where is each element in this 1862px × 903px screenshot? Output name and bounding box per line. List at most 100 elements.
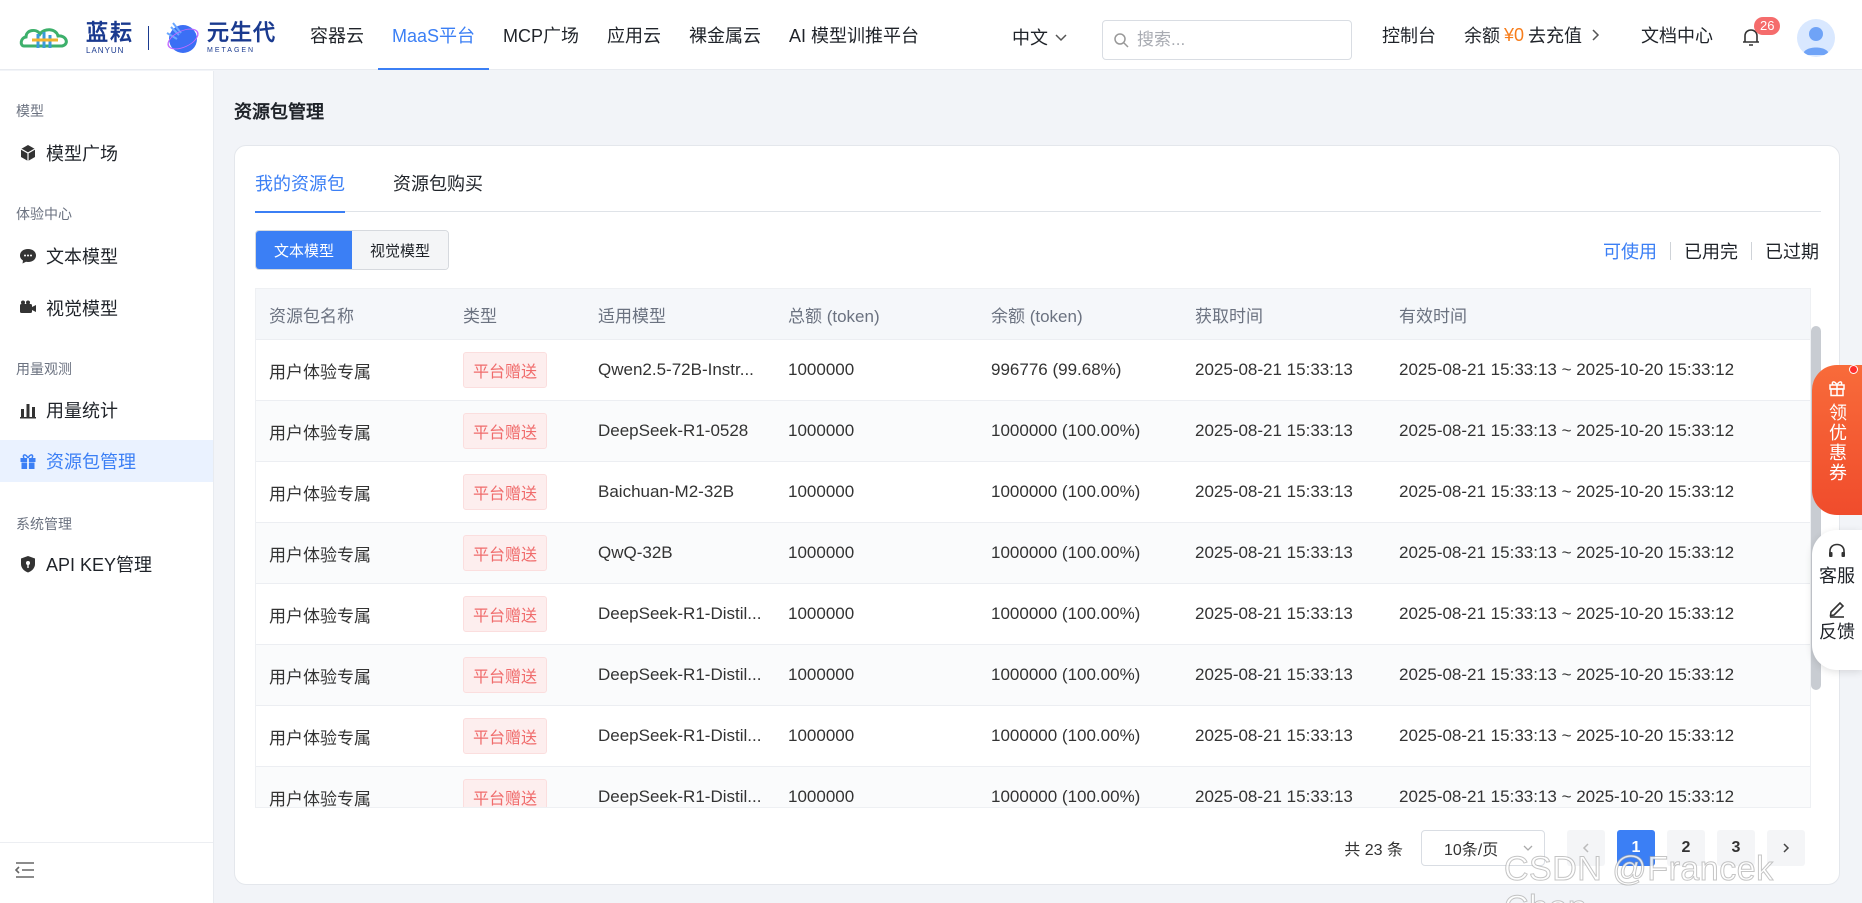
- cell-acquired: 2025-08-21 15:33:13: [1195, 665, 1353, 684]
- cell-acquired: 2025-08-21 15:33:13: [1195, 421, 1353, 440]
- balance-area[interactable]: 余额 ¥0 去充值: [1464, 0, 1602, 70]
- cell-total: 1000000: [788, 604, 855, 623]
- col-header-acquired: 获取时间: [1195, 306, 1263, 326]
- nav-item-app-cloud[interactable]: 应用云: [593, 0, 675, 70]
- col-header-remain: 余额 (token): [991, 306, 1083, 326]
- logo-lanyun-cn: 蓝耘: [86, 19, 135, 45]
- logo-divider: [148, 26, 150, 50]
- cell-name: 用户体验专属: [269, 362, 371, 382]
- cell-model: DeepSeek-R1-Distil...: [598, 665, 762, 684]
- cell-remain: 1000000 (100.00%): [991, 665, 1141, 684]
- col-header-model: 适用模型: [598, 306, 666, 326]
- customer-service-label: 客服: [1819, 566, 1855, 586]
- sidebar-item-label: 视觉模型: [46, 299, 118, 319]
- filter-divider: [1670, 242, 1671, 260]
- sidebar-item-label: 资源包管理: [46, 452, 136, 472]
- chat-bubble-icon: [18, 246, 38, 266]
- language-label: 中文: [1012, 28, 1048, 48]
- coupon-label: 领优惠券: [1827, 403, 1847, 483]
- sidebar-item-usage-stats[interactable]: 用量统计: [0, 389, 213, 431]
- feedback-label: 反馈: [1819, 622, 1855, 642]
- resource-pack-card: 我的资源包 资源包购买 文本模型 视觉模型 可使用 已用完 已过期 资源包名称 …: [234, 145, 1840, 885]
- headset-icon: [1829, 543, 1845, 557]
- model-type-segment: 文本模型 视觉模型: [255, 230, 450, 270]
- tab-buy-packs[interactable]: 资源包购买: [393, 168, 483, 212]
- col-header-name: 资源包名称: [269, 306, 354, 326]
- logo-lanyun-en: LANYUN: [86, 45, 125, 55]
- top-navbar: 蓝耘 LANYUN 元生代 METAGEN 容器云 MaaS平台 MCP广场 应…: [0, 0, 1862, 70]
- customer-service-button[interactable]: 客服: [1819, 542, 1855, 588]
- cell-remain: 1000000 (100.00%): [991, 787, 1141, 806]
- type-tag: 平台赠送: [463, 779, 548, 807]
- cell-type: 平台赠送: [463, 718, 598, 754]
- cell-name: 用户体验专属: [269, 484, 371, 504]
- cell-valid: 2025-08-21 15:33:13 ~ 2025-10-20 15:33:1…: [1399, 726, 1735, 745]
- notification-badge: 26: [1754, 17, 1781, 35]
- sidebar-item-api-key[interactable]: API KEY管理: [0, 543, 213, 585]
- collapse-sidebar-icon[interactable]: [14, 861, 36, 879]
- sidebar-item-model-square[interactable]: 模型广场: [0, 132, 213, 174]
- search-input[interactable]: [1137, 30, 1337, 50]
- table-row: 用户体验专属 平台赠送 DeepSeek-R1-0528 1000000 1000000…: [256, 400, 1810, 461]
- docs-link[interactable]: 文档中心: [1641, 0, 1713, 70]
- csdn-watermark: CSDN @Francek Chen: [1504, 850, 1774, 903]
- language-selector[interactable]: 中文: [1012, 24, 1068, 50]
- sidebar-item-vision-model[interactable]: 视觉模型: [0, 287, 213, 329]
- cell-name: 用户体验专属: [269, 728, 371, 748]
- tab-my-packs[interactable]: 我的资源包: [255, 168, 345, 213]
- cell-total: 1000000: [788, 787, 855, 806]
- cell-name: 用户体验专属: [269, 545, 371, 565]
- status-filters: 可使用 已用完 已过期: [1603, 238, 1819, 264]
- nav-item-container-cloud[interactable]: 容器云: [296, 0, 378, 70]
- cell-remain: 1000000 (100.00%): [991, 421, 1141, 440]
- cell-acquired: 2025-08-21 15:33:13: [1195, 787, 1353, 806]
- gift-icon: [18, 451, 38, 471]
- filter-used-up[interactable]: 已用完: [1684, 238, 1738, 264]
- cell-model: DeepSeek-R1-Distil...: [598, 726, 762, 745]
- nav-item-mcp[interactable]: MCP广场: [489, 0, 593, 70]
- filter-expired[interactable]: 已过期: [1765, 238, 1819, 264]
- nav-item-bare-metal[interactable]: 裸金属云: [675, 0, 775, 70]
- cell-valid: 2025-08-21 15:33:13 ~ 2025-10-20 15:33:1…: [1399, 421, 1735, 440]
- cell-valid: 2025-08-21 15:33:13 ~ 2025-10-20 15:33:1…: [1399, 665, 1735, 684]
- filter-available[interactable]: 可使用: [1603, 238, 1657, 264]
- table-row: 用户体验专属 平台赠送 DeepSeek-R1-Distil... 1000000 10…: [256, 705, 1810, 766]
- segment-text-model[interactable]: 文本模型: [256, 231, 353, 269]
- cell-valid: 2025-08-21 15:33:13 ~ 2025-10-20 15:33:1…: [1399, 604, 1735, 623]
- recharge-link[interactable]: 去充值: [1528, 22, 1582, 48]
- cell-acquired: 2025-08-21 15:33:13: [1195, 604, 1353, 623]
- total-count: 共 23 条: [1344, 842, 1403, 859]
- cell-valid: 2025-08-21 15:33:13 ~ 2025-10-20 15:33:1…: [1399, 787, 1735, 806]
- table-row: 用户体验专属 平台赠送 DeepSeek-R1-Distil... 1000000 10…: [256, 766, 1810, 807]
- cell-valid: 2025-08-21 15:33:13 ~ 2025-10-20 15:33:1…: [1399, 482, 1735, 501]
- cell-total: 1000000: [788, 543, 855, 562]
- search-icon: [1114, 33, 1129, 48]
- cell-model: DeepSeek-R1-Distil...: [598, 604, 762, 623]
- avatar[interactable]: [1797, 19, 1835, 57]
- feedback-button[interactable]: 反馈: [1819, 598, 1855, 644]
- balance-label: 余额: [1464, 26, 1500, 46]
- console-link[interactable]: 控制台: [1382, 0, 1436, 70]
- nav-item-ai-training[interactable]: AI 模型训推平台: [775, 0, 933, 70]
- brand-logo[interactable]: 蓝耘 LANYUN 元生代 METAGEN: [18, 18, 276, 58]
- segment-vision-model[interactable]: 视觉模型: [352, 231, 449, 269]
- cell-acquired: 2025-08-21 15:33:13: [1195, 360, 1353, 379]
- cell-name: 用户体验专属: [269, 423, 371, 443]
- table-row: 用户体验专属 平台赠送 Qwen2.5-72B-Instr... 1000000 996…: [256, 339, 1810, 400]
- sidebar-item-label: 用量统计: [46, 401, 118, 421]
- filter-divider: [1751, 242, 1752, 260]
- table-body: 用户体验专属 平台赠送 Qwen2.5-72B-Instr... 1000000 996…: [256, 339, 1810, 807]
- sidebar-item-resource-pack[interactable]: 资源包管理: [0, 440, 213, 482]
- cell-name: 用户体验专属: [269, 606, 371, 626]
- lanyun-logo-icon: [18, 20, 80, 56]
- coupon-float-button[interactable]: 领优惠券: [1812, 365, 1862, 515]
- type-tag: 平台赠送: [463, 352, 548, 388]
- cell-type: 平台赠送: [463, 535, 598, 571]
- nav-item-maas[interactable]: MaaS平台: [378, 0, 490, 70]
- sidebar-item-text-model[interactable]: 文本模型: [0, 235, 213, 277]
- page-title: 资源包管理: [234, 102, 324, 122]
- search-box[interactable]: [1102, 20, 1352, 60]
- edit-icon: [1829, 601, 1845, 618]
- logo-metagen-cn: 元生代: [207, 20, 277, 45]
- cell-type: 平台赠送: [463, 352, 598, 388]
